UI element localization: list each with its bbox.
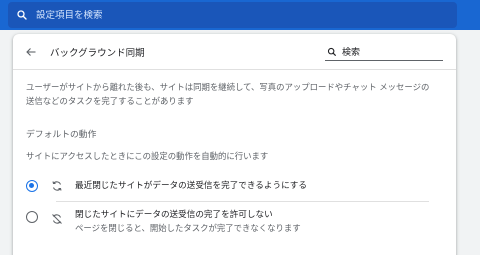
option-allow-label: 最近閉じたサイトがデータの送受信を完了できるようにする xyxy=(75,181,307,191)
page-title: バックグラウンド同期 xyxy=(50,48,145,59)
description-line: ユーザーがサイトから離れた後も、サイトは同期を継続して、写真のアップロードやチャ… xyxy=(26,82,430,92)
search-icon[interactable] xyxy=(8,2,36,28)
settings-search-input[interactable] xyxy=(36,9,336,21)
sync-disabled-icon xyxy=(50,212,63,225)
option-allow[interactable]: 最近閉じたサイトがデータの送受信を完了できるようにする xyxy=(13,168,456,202)
default-behavior-title: デフォルトの動作 xyxy=(26,130,97,140)
option-block-label: 閉じたサイトにデータの送受信の完了を許可しない xyxy=(75,210,273,220)
site-search-box[interactable] xyxy=(325,43,443,61)
page-header: バックグラウンド同期 xyxy=(13,34,456,70)
page-description: ユーザーがサイトから離れた後も、サイトは同期を継続して、写真のアップロードやチャ… xyxy=(26,80,446,108)
site-search-input[interactable] xyxy=(342,46,437,57)
back-button[interactable] xyxy=(21,42,41,62)
radio-block[interactable] xyxy=(26,211,38,223)
description-line: 送信などのタスクを完了することがあります xyxy=(26,96,194,106)
sync-icon xyxy=(50,179,63,192)
arrow-back-icon xyxy=(25,43,37,62)
radio-allow[interactable] xyxy=(26,180,38,192)
settings-search-box[interactable] xyxy=(8,2,457,28)
settings-card: バックグラウンド同期 ユーザーがサイトから離れた後も、サイトは同期を継続して、写… xyxy=(13,34,456,255)
option-block-sublabel: ページを閉じると、開始したタスクが完了できなくなります xyxy=(75,223,301,233)
top-search-bar xyxy=(0,0,480,30)
option-block[interactable]: 閉じたサイトにデータの送受信の完了を許可しない ページを閉じると、開始したタスク… xyxy=(26,201,429,235)
search-icon[interactable] xyxy=(325,44,339,60)
default-behavior-description: サイトにアクセスしたときにこの設定の動作を自動的に行います xyxy=(26,151,269,161)
